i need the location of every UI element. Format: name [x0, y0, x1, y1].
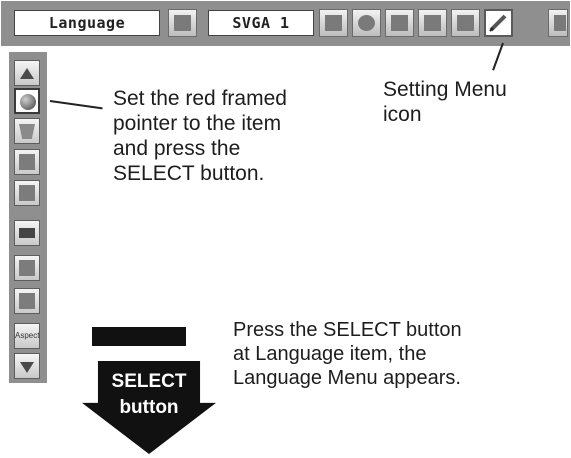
- select-arrow-label: SELECT: [111, 371, 187, 392]
- menu-title-language: Language: [14, 10, 160, 36]
- leader-line-callout: [492, 42, 504, 71]
- menu-icon[interactable]: [168, 9, 197, 37]
- callout-line: icon: [383, 103, 422, 126]
- projector-icon[interactable]: [548, 9, 568, 37]
- laptop-icon[interactable]: [319, 9, 348, 37]
- screen-icon[interactable]: [418, 9, 447, 37]
- instruction-line: Set the red framed: [113, 87, 287, 110]
- pencil-glyph: [489, 14, 507, 32]
- press-line: Language Menu appears.: [233, 367, 461, 389]
- blue-back-icon[interactable]: [14, 149, 40, 175]
- aspect-label: Aspect: [15, 331, 40, 340]
- press-line: at Language item, the: [233, 343, 427, 365]
- logo-icon[interactable]: [14, 220, 40, 246]
- input-resolution-label: SVGA 1: [208, 10, 314, 36]
- callout-line: Setting Menu: [383, 78, 507, 101]
- keystone-icon[interactable]: [14, 118, 40, 144]
- press-line: Press the SELECT button: [233, 319, 462, 341]
- select-arrow-sublabel: button: [119, 397, 179, 418]
- setting-icon[interactable]: [484, 9, 513, 37]
- aspect-icon[interactable]: Aspect: [14, 323, 40, 349]
- leader-line-instruction: [49, 100, 103, 110]
- sound-icon[interactable]: [451, 9, 480, 37]
- black-bar: [92, 327, 186, 346]
- scroll-up-arrow-icon[interactable]: [14, 60, 40, 86]
- rear-icon[interactable]: [14, 288, 40, 314]
- instruction-line: pointer to the item: [113, 112, 282, 135]
- language-globe-icon[interactable]: [14, 88, 40, 114]
- color-icon[interactable]: [352, 9, 381, 37]
- display-icon[interactable]: [14, 180, 40, 206]
- instruction-line: and press the: [113, 137, 241, 160]
- setting-menu-callout: Setting Menu icon: [383, 77, 507, 127]
- image-adjust-icon[interactable]: [385, 9, 414, 37]
- ceiling-icon[interactable]: [14, 255, 40, 281]
- menu-bar: Language SVGA 1: [1, 1, 570, 46]
- instruction-text: Set the red framed pointer to the item a…: [113, 86, 287, 186]
- scroll-down-arrow-icon[interactable]: [14, 353, 40, 379]
- press-select-text: Press the SELECT button at Language item…: [233, 318, 462, 390]
- instruction-line: SELECT button.: [113, 162, 265, 185]
- setting-menu-column: Aspect: [9, 52, 47, 383]
